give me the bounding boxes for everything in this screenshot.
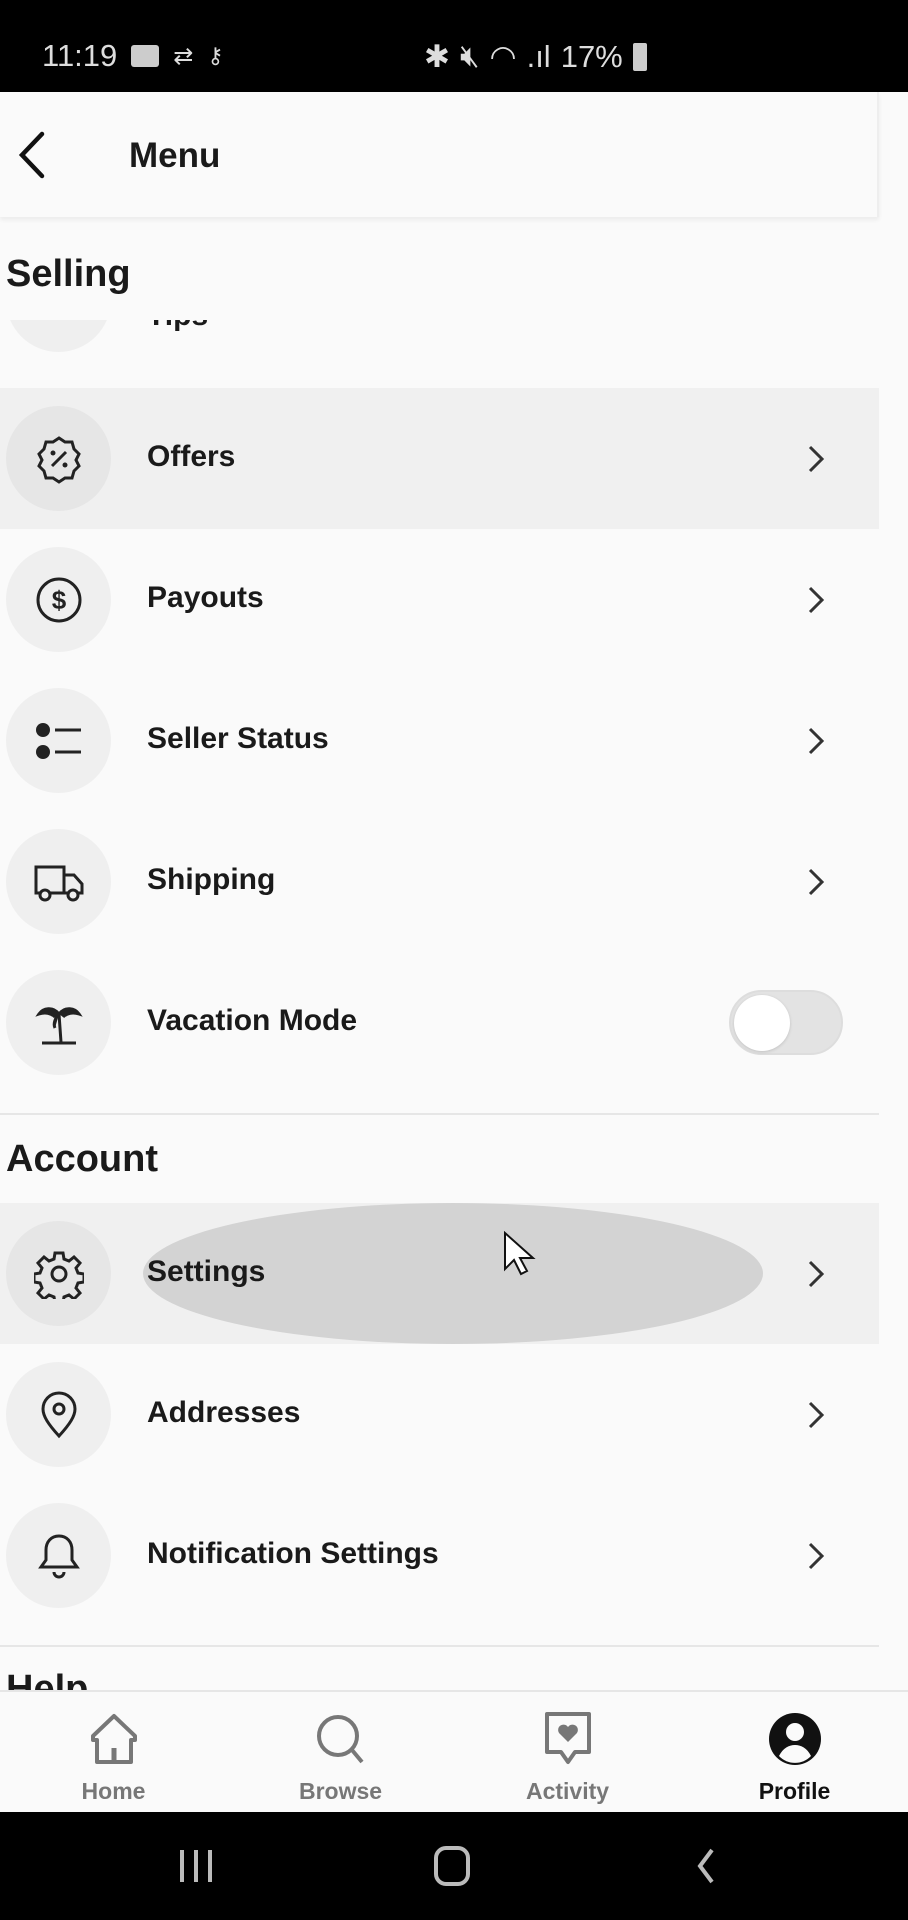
mute-icon: 🔇︎ xyxy=(459,38,480,73)
battery-percent: 17% xyxy=(560,38,623,74)
vacation-mode-toggle[interactable] xyxy=(729,990,843,1055)
list-item-shipping[interactable]: Shipping xyxy=(0,811,879,952)
divider xyxy=(0,1113,879,1115)
mouse-cursor-icon xyxy=(504,1231,536,1276)
chevron-right-icon xyxy=(808,445,825,473)
activity-heart-icon xyxy=(545,1712,591,1764)
page-title: Menu xyxy=(129,136,221,175)
profile-icon xyxy=(769,1713,821,1765)
header: Menu xyxy=(0,92,879,217)
truck-icon xyxy=(34,865,83,901)
tab-activity[interactable]: Activity xyxy=(454,1692,681,1814)
list-item-payouts[interactable]: $ Payouts xyxy=(0,529,879,670)
svg-text:$: $ xyxy=(51,585,66,615)
back-nav-button[interactable] xyxy=(694,1846,718,1886)
divider xyxy=(0,1645,879,1647)
gear-icon xyxy=(33,1251,84,1299)
section-title-selling: Selling xyxy=(6,253,131,295)
tab-profile[interactable]: Profile xyxy=(681,1692,908,1814)
list-item-vacation-mode: Vacation Mode xyxy=(0,952,879,1093)
list-item-seller-status[interactable]: Seller Status xyxy=(0,670,879,811)
list-item-addresses[interactable]: Addresses xyxy=(0,1344,879,1485)
list-item-settings[interactable]: Settings xyxy=(0,1203,879,1344)
list-item-offers[interactable]: Offers xyxy=(0,388,879,529)
video-icon xyxy=(131,45,160,67)
section-title-help: Help xyxy=(6,1668,89,1690)
chevron-right-icon xyxy=(808,727,825,755)
chevron-right-icon xyxy=(808,1542,825,1570)
chevron-right-icon xyxy=(808,1401,825,1429)
location-pin-icon xyxy=(40,1391,77,1438)
system-navigation-bar xyxy=(0,1812,908,1920)
chevron-right-icon xyxy=(808,586,825,614)
wifi-icon: ◠ xyxy=(489,38,517,74)
checklist-icon xyxy=(35,722,81,759)
palm-tree-icon xyxy=(34,1006,83,1044)
cast-icon: ⇄ xyxy=(173,42,194,70)
battery-icon xyxy=(632,42,647,71)
bluetooth-icon: ✱ xyxy=(424,38,450,74)
chevron-right-icon xyxy=(808,1260,825,1288)
tab-browse[interactable]: Browse xyxy=(227,1692,454,1814)
clock: 11:19 xyxy=(42,38,118,73)
search-icon xyxy=(317,1715,364,1764)
section-title-account: Account xyxy=(6,1138,158,1180)
status-bar: 11:19 ⇄ ⚷ ✱ 🔇︎ ◠ .ıl 17% xyxy=(0,0,908,92)
chevron-right-icon xyxy=(808,868,825,896)
recent-apps-button[interactable] xyxy=(178,1846,214,1886)
tab-home[interactable]: Home xyxy=(0,1692,227,1814)
signal-icon: .ıl xyxy=(526,38,551,74)
list-item-notification-settings[interactable]: Notification Settings xyxy=(0,1485,879,1626)
back-button[interactable] xyxy=(14,130,54,180)
discount-badge-icon xyxy=(36,435,81,484)
key-icon: ⚷ xyxy=(207,43,224,68)
bottom-navigation: Home Browse Activity Profile xyxy=(0,1690,908,1812)
dollar-circle-icon: $ xyxy=(36,577,81,622)
home-button[interactable] xyxy=(432,1844,472,1888)
home-icon xyxy=(91,1714,137,1764)
bell-icon xyxy=(37,1533,80,1578)
list-item-tips[interactable]: Tips xyxy=(0,320,879,388)
menu-list[interactable]: Selling Tips Offers $ Payouts Seller Sta… xyxy=(0,220,879,1690)
